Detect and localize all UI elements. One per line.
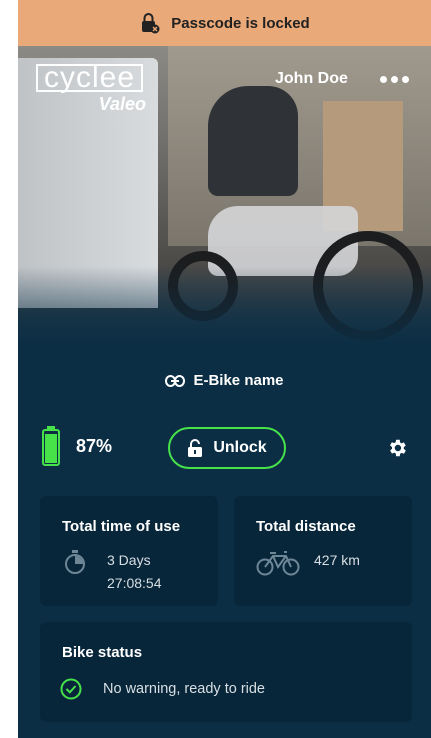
bike-status-title: Bike status: [62, 644, 143, 661]
total-distance-title: Total distance: [256, 518, 356, 535]
passcode-locked-banner[interactable]: Passcode is locked: [18, 0, 431, 46]
banner-text: Passcode is locked: [171, 14, 310, 32]
check-circle-icon: [60, 678, 82, 700]
bike-status-card: Bike status No warning, ready to ride: [40, 622, 412, 722]
total-distance-card: Total distance 427 km: [234, 496, 412, 606]
dot-icon: [391, 76, 398, 83]
total-distance-value: 427 km: [314, 552, 360, 568]
user-name[interactable]: John Doe: [275, 70, 348, 88]
brand-partner: Valeo: [98, 94, 146, 114]
link-icon: [165, 374, 186, 387]
gear-icon[interactable]: [386, 437, 408, 459]
brand-name: cyclee: [36, 63, 144, 93]
bike-status-message: No warning, ready to ride: [103, 681, 265, 697]
battery-percentage: 87%: [76, 436, 113, 456]
hero-fade: [18, 266, 431, 356]
lock-icon: [142, 13, 160, 34]
time-hms: 27:08:54: [107, 575, 162, 591]
unlock-button[interactable]: Unlock: [168, 427, 286, 469]
bicycle-icon: [256, 551, 300, 576]
battery-icon: [42, 426, 60, 466]
time-days: 3 Days: [107, 552, 151, 568]
time-of-use-card: Total time of use 3 Days 27:08:54: [40, 496, 218, 606]
bike-name: E-Bike name: [193, 372, 284, 389]
more-options-button[interactable]: [380, 76, 409, 83]
time-of-use-title: Total time of use: [62, 518, 181, 535]
unlock-label: Unlock: [213, 439, 267, 456]
rider: [208, 86, 298, 196]
dot-icon: [380, 76, 387, 83]
stopwatch-icon: [65, 550, 85, 574]
brand-logo: cyclee Valeo: [36, 63, 146, 115]
unlock-icon: [188, 439, 203, 457]
app-screen: Passcode is locked cyclee Valeo John Doe…: [18, 0, 431, 738]
dot-icon: [402, 76, 409, 83]
hero-image: cyclee Valeo John Doe: [18, 46, 431, 356]
bike-name-row[interactable]: E-Bike name: [18, 372, 431, 389]
